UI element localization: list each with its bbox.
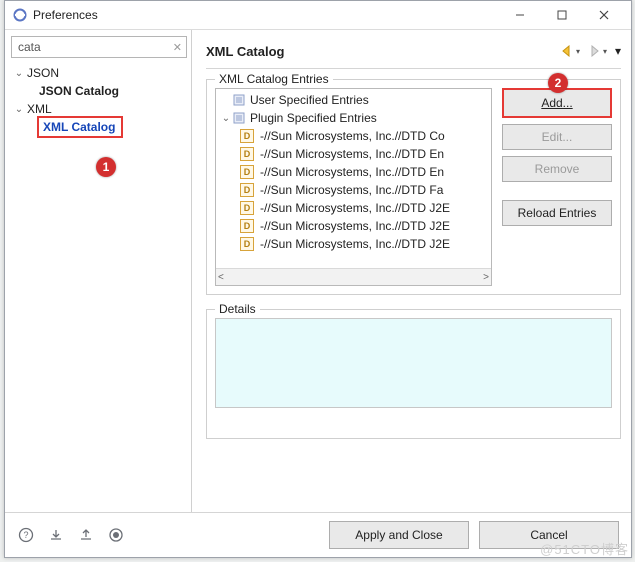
chevron-down-icon: ⌄ (220, 113, 232, 124)
page-title: XML Catalog (206, 44, 561, 59)
dtd-icon: D (240, 147, 254, 161)
filter-box[interactable]: ✕ (11, 36, 187, 58)
entry-text: -//Sun Microsystems, Inc.//DTD En (260, 165, 444, 179)
titlebar: Preferences (5, 1, 631, 30)
entry-label: Plugin Specified Entries (250, 111, 377, 125)
user-entries-node[interactable]: User Specified Entries (216, 91, 491, 109)
dtd-icon: D (240, 201, 254, 215)
tree-node-xml-catalog[interactable]: XML Catalog (11, 118, 187, 136)
apply-and-close-button[interactable]: Apply and Close (329, 521, 469, 549)
tree-node-json-catalog[interactable]: JSON Catalog (11, 82, 187, 100)
catalog-icon (232, 111, 246, 125)
tree-label: JSON (25, 66, 59, 80)
entry-text: -//Sun Microsystems, Inc.//DTD J2E (260, 237, 450, 251)
annotation-badge-2: 2 (548, 73, 568, 93)
details-group-label: Details (215, 302, 260, 316)
dtd-icon: D (240, 165, 254, 179)
catalog-entry[interactable]: D -//Sun Microsystems, Inc.//DTD En (216, 145, 491, 163)
dtd-icon: D (240, 129, 254, 143)
right-content: XML Catalog ▾ ▾ ▾ XML Catalog Entries (192, 30, 631, 512)
window-controls (499, 2, 625, 28)
entry-text: -//Sun Microsystems, Inc.//DTD J2E (260, 201, 450, 215)
maximize-button[interactable] (541, 2, 583, 28)
tree-label: XML (25, 102, 52, 116)
separator (206, 68, 621, 69)
annotation-highlight: XML Catalog (37, 116, 123, 138)
nav-history: ▾ ▾ ▾ (561, 44, 621, 58)
reload-entries-button[interactable]: Reload Entries (502, 200, 612, 226)
entry-text: -//Sun Microsystems, Inc.//DTD J2E (260, 219, 450, 233)
catalog-entries-list[interactable]: User Specified Entries ⌄ Plugin Specifie… (215, 88, 492, 286)
window-title: Preferences (33, 8, 499, 22)
remove-button[interactable]: Remove (502, 156, 612, 182)
catalog-icon (232, 93, 246, 107)
entry-label: User Specified Entries (250, 93, 369, 107)
forward-button[interactable]: ▾ (588, 45, 607, 57)
bottom-bar: ? Apply and Close Cancel (5, 512, 631, 557)
entries-group: XML Catalog Entries User Specified Entri… (206, 79, 621, 295)
catalog-entry[interactable]: D -//Sun Microsystems, Inc.//DTD J2E (216, 217, 491, 235)
filter-input[interactable] (16, 39, 169, 55)
horizontal-scrollbar[interactable]: <> (216, 268, 491, 285)
details-panel (215, 318, 612, 408)
catalog-entry[interactable]: D -//Sun Microsystems, Inc.//DTD J2E (216, 235, 491, 253)
catalog-entry[interactable]: D -//Sun Microsystems, Inc.//DTD Fa (216, 181, 491, 199)
chevron-down-icon: ⌄ (13, 104, 25, 115)
edit-button[interactable]: Edit... (502, 124, 612, 150)
details-group: Details (206, 309, 621, 439)
entries-group-label: XML Catalog Entries (215, 72, 333, 86)
cancel-button[interactable]: Cancel (479, 521, 619, 549)
app-icon (13, 8, 27, 22)
entries-button-column: Add... Edit... Remove Reload Entries (502, 88, 612, 286)
close-button[interactable] (583, 2, 625, 28)
record-icon[interactable] (107, 526, 125, 544)
catalog-entry[interactable]: D -//Sun Microsystems, Inc.//DTD En (216, 163, 491, 181)
catalog-entry[interactable]: D -//Sun Microsystems, Inc.//DTD Co (216, 127, 491, 145)
dtd-icon: D (240, 219, 254, 233)
minimize-button[interactable] (499, 2, 541, 28)
left-navigator: ✕ ⌄ JSON JSON Catalog ⌄ XML (5, 30, 192, 512)
preferences-tree: ⌄ JSON JSON Catalog ⌄ XML XML Catalog (11, 64, 187, 136)
main-area: ✕ ⌄ JSON JSON Catalog ⌄ XML (5, 30, 631, 512)
menu-chevron-icon[interactable]: ▾ (615, 44, 621, 58)
entry-text: -//Sun Microsystems, Inc.//DTD Co (260, 129, 445, 143)
client-area: ✕ ⌄ JSON JSON Catalog ⌄ XML (5, 30, 631, 557)
chevron-down-icon: ⌄ (13, 68, 25, 79)
clear-filter-icon[interactable]: ✕ (173, 41, 182, 54)
dtd-icon: D (240, 183, 254, 197)
tree-label: JSON Catalog (37, 84, 119, 98)
export-icon[interactable] (77, 526, 95, 544)
svg-text:?: ? (23, 530, 28, 540)
entry-text: -//Sun Microsystems, Inc.//DTD Fa (260, 183, 443, 197)
tree-node-json[interactable]: ⌄ JSON (11, 64, 187, 82)
entry-text: -//Sun Microsystems, Inc.//DTD En (260, 147, 444, 161)
page-header: XML Catalog ▾ ▾ ▾ (206, 40, 621, 62)
catalog-entry[interactable]: D -//Sun Microsystems, Inc.//DTD J2E (216, 199, 491, 217)
back-button[interactable]: ▾ (561, 45, 580, 57)
tree-label: XML Catalog (41, 120, 115, 134)
annotation-badge-1: 1 (96, 157, 116, 177)
import-icon[interactable] (47, 526, 65, 544)
dtd-icon: D (240, 237, 254, 251)
preferences-window: Preferences ✕ ⌄ JSON JSON Catalo (4, 0, 632, 558)
plugin-entries-node[interactable]: ⌄ Plugin Specified Entries (216, 109, 491, 127)
help-icon[interactable]: ? (17, 526, 35, 544)
